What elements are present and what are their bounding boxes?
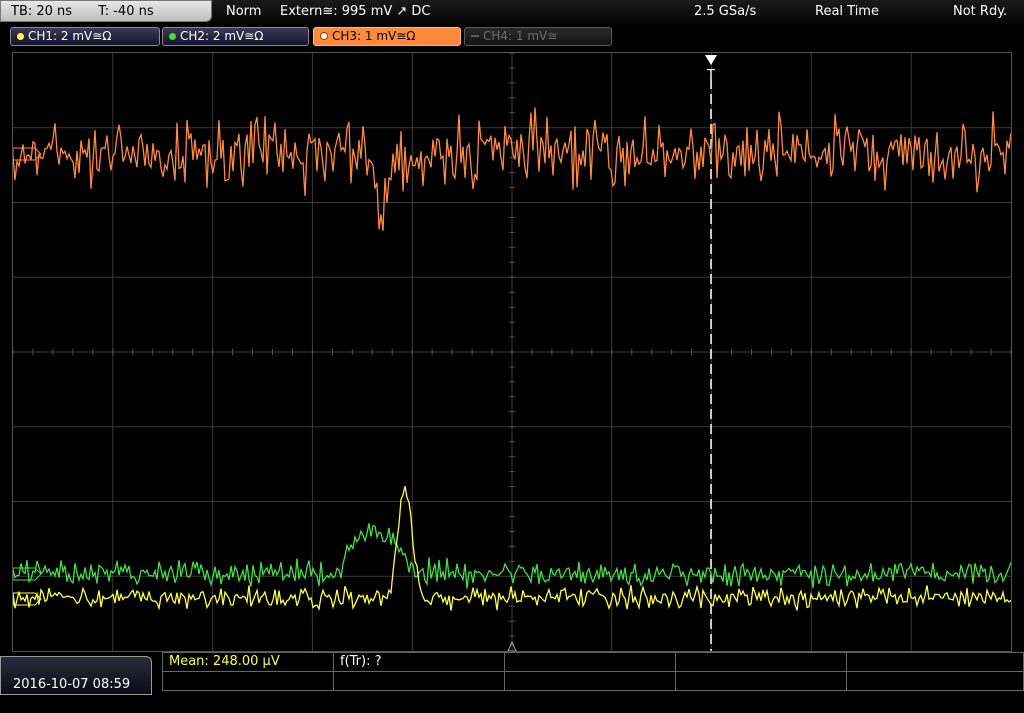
measurement-slot-9[interactable] — [675, 671, 847, 691]
measurement-mean[interactable]: Mean: 248.00 µV — [162, 652, 334, 672]
measurement-table: Mean: 248.00 µV f(Tr): ? — [162, 652, 1024, 695]
ch2-dot-icon — [169, 33, 176, 40]
tab-ch3[interactable]: CH3: 1 mV≅Ω — [313, 27, 461, 46]
measurement-slot-7[interactable] — [333, 671, 505, 691]
trigger-info[interactable]: Extern≅: 995 mV ↗ DC — [280, 0, 431, 24]
trigger-position-arrow-icon[interactable] — [705, 55, 717, 65]
measurement-freq[interactable]: f(Tr): ? — [333, 652, 505, 672]
waveform-display[interactable]: T — [12, 52, 1012, 652]
channel-tab-row: CH1: 2 mV≅Ω CH2: 2 mV≅Ω CH3: 1 mV≅Ω CH4:… — [0, 24, 1024, 48]
timebase-value: TB: 20 ns — [11, 4, 73, 19]
trigger-marker-label: T — [706, 68, 715, 83]
datetime-box: 2016-10-07 08:59 — [0, 656, 152, 695]
datetime-value: 2016-10-07 08:59 — [13, 677, 131, 692]
ch1-dot-icon — [17, 33, 24, 40]
acquisition-mode[interactable]: Norm — [226, 0, 261, 24]
acquisition-type[interactable]: Real Time — [815, 0, 879, 24]
measurement-slot-8[interactable] — [504, 671, 676, 691]
measurement-slot-6[interactable] — [162, 671, 334, 691]
timebase-box[interactable]: TB: 20 ns T: -40 ns — [0, 0, 212, 22]
trigger-status: Not Rdy. — [953, 4, 1008, 19]
ch4-off-icon — [471, 35, 479, 37]
ch3-offset-marker[interactable] — [13, 147, 42, 161]
ch2-offset-marker[interactable] — [13, 567, 42, 581]
ch3-dot-icon — [320, 32, 328, 40]
ch2-label: CH2: 2 mV≅Ω — [180, 29, 264, 43]
waveform-svg: T — [13, 53, 1011, 651]
measurement-slot-4[interactable] — [675, 652, 847, 672]
ch3-label: CH3: 1 mV≅Ω — [332, 29, 416, 43]
tab-ch1[interactable]: CH1: 2 mV≅Ω — [10, 27, 160, 46]
tab-ch2[interactable]: CH2: 2 mV≅Ω — [162, 27, 309, 46]
measurement-slot-10[interactable] — [846, 671, 1024, 691]
measurement-slot-5[interactable] — [846, 652, 1024, 672]
trigger-time-value: T: -40 ns — [98, 4, 154, 19]
top-status-bar: TB: 20 ns T: -40 ns Norm Extern≅: 995 mV… — [0, 0, 1024, 25]
ch4-label: CH4: 1 mV≅ — [483, 29, 558, 43]
sample-rate[interactable]: 2.5 GSa/s — [694, 0, 756, 24]
measurement-slot-3[interactable] — [504, 652, 676, 672]
bottom-bar: 2016-10-07 08:59 Mean: 248.00 µV f(Tr): … — [0, 652, 1024, 695]
tab-ch4[interactable]: CH4: 1 mV≅ — [464, 27, 612, 46]
ch1-label: CH1: 2 mV≅Ω — [28, 29, 112, 43]
